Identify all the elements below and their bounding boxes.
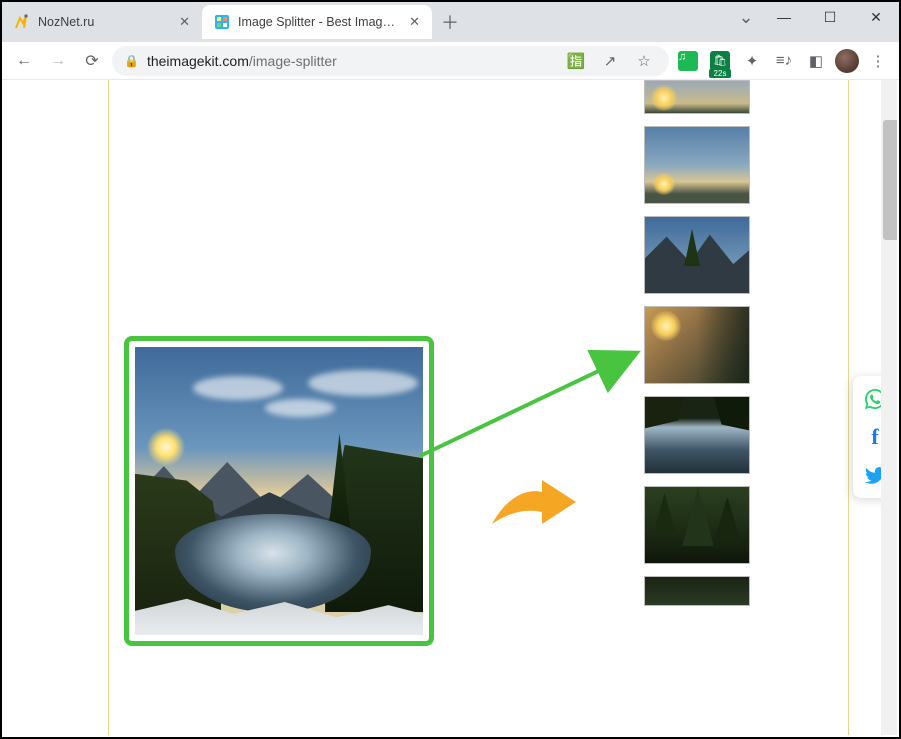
close-button[interactable]: ✕ <box>853 2 899 32</box>
profile-avatar[interactable] <box>835 49 859 73</box>
share-icon[interactable]: ↗ <box>597 48 623 74</box>
extension-playlist-icon[interactable]: ≡♪ <box>771 48 797 74</box>
tab-title: NozNet.ru <box>38 15 171 29</box>
content-border-right <box>848 80 849 735</box>
page-content: f <box>4 80 897 735</box>
side-panel-icon[interactable]: ◧ <box>803 48 829 74</box>
thumbnail-1[interactable] <box>644 80 750 114</box>
tab-close-icon[interactable]: ✕ <box>409 14 420 30</box>
bookmark-star-icon[interactable]: ☆ <box>631 48 657 74</box>
scrollbar-thumb[interactable] <box>883 120 897 240</box>
toolbar: ← → ⟳ 🔒 theimagekit.com/image-splitter 🈯… <box>2 42 899 80</box>
lock-icon[interactable]: 🔒 <box>124 54 139 68</box>
thumbnail-4[interactable] <box>644 306 750 384</box>
extension-shopping-icon[interactable]: 🛍 22s <box>707 48 733 74</box>
url-text: theimagekit.com/image-splitter <box>147 53 555 69</box>
extension-music-icon[interactable]: ♫ <box>675 48 701 74</box>
tab-close-icon[interactable]: ✕ <box>179 14 190 30</box>
vertical-scrollbar[interactable] <box>881 80 897 735</box>
source-image[interactable] <box>135 347 423 635</box>
annotation-arrow-orange <box>488 478 578 534</box>
back-button[interactable]: ← <box>10 47 38 75</box>
window-controls: ⌄ — ☐ ✕ <box>731 2 899 32</box>
thumbnail-2[interactable] <box>644 126 750 204</box>
tab-title: Image Splitter - Best Image Split <box>238 15 401 29</box>
address-bar[interactable]: 🔒 theimagekit.com/image-splitter 🈯 ↗ ☆ <box>112 46 669 76</box>
tab-search-icon[interactable]: ⌄ <box>731 2 761 32</box>
annotation-arrow-green <box>414 348 642 462</box>
reload-button[interactable]: ⟳ <box>78 47 106 75</box>
page-viewport: f <box>4 80 897 735</box>
thumbnail-6[interactable] <box>644 486 750 564</box>
tab-noznet[interactable]: NozNet.ru ✕ <box>2 5 202 39</box>
thumbnail-3[interactable] <box>644 216 750 294</box>
favicon-noznet <box>14 14 30 30</box>
extensions-puzzle-icon[interactable]: ✦ <box>739 48 765 74</box>
translate-icon[interactable]: 🈯 <box>563 48 589 74</box>
thumbnail-7[interactable] <box>644 576 750 606</box>
titlebar: NozNet.ru ✕ Image Splitter - Best Image … <box>2 2 899 42</box>
content-border-left <box>108 80 109 735</box>
source-image-highlight <box>124 336 434 646</box>
maximize-button[interactable]: ☐ <box>807 2 853 32</box>
favicon-imagesplitter <box>214 14 230 30</box>
result-thumbnails <box>644 80 750 606</box>
minimize-button[interactable]: — <box>761 2 807 32</box>
new-tab-button[interactable]: ＋ <box>436 8 464 36</box>
window-frame: NozNet.ru ✕ Image Splitter - Best Image … <box>0 0 901 739</box>
forward-button[interactable]: → <box>44 47 72 75</box>
thumbnail-5[interactable] <box>644 396 750 474</box>
chrome-menu-icon[interactable]: ⋮ <box>865 48 891 74</box>
tab-imagesplitter[interactable]: Image Splitter - Best Image Split ✕ <box>202 5 432 39</box>
